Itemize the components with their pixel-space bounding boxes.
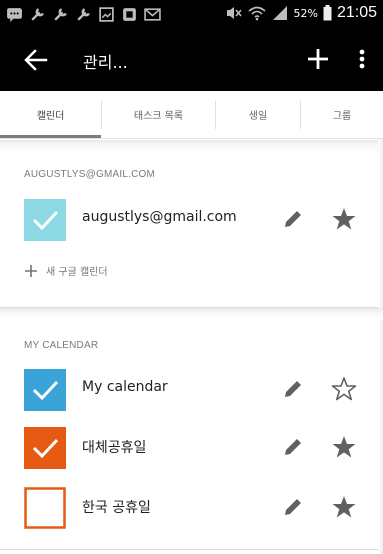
image-icon xyxy=(99,7,114,22)
star-filled-icon[interactable] xyxy=(331,206,357,232)
mail-icon xyxy=(144,8,161,21)
more-options-icon[interactable] xyxy=(352,45,372,73)
battery-icon xyxy=(323,5,332,21)
wrench-icon xyxy=(31,8,44,21)
calendar-name: 대체공휴일 xyxy=(82,440,147,456)
battery-percent: 52% xyxy=(293,6,318,20)
active-tab-indicator xyxy=(0,135,101,138)
calendar-row-substitute-holiday[interactable]: 대체공휴일 xyxy=(0,421,378,477)
add-icon[interactable] xyxy=(304,45,332,73)
message-icon xyxy=(7,8,22,22)
edit-pencil-icon[interactable] xyxy=(281,495,305,519)
tab-task-lists[interactable]: 태스크 목록 xyxy=(102,91,215,137)
calendar-row-augustlys[interactable]: augustlys@gmail.com xyxy=(0,193,378,249)
status-bar: 52% 21:05 xyxy=(0,0,383,29)
tab-groups[interactable]: 그룹 xyxy=(301,91,383,137)
tab-label: 캘린더 xyxy=(36,110,65,122)
calendar-row-my-calendar[interactable]: My calendar xyxy=(0,363,378,419)
edit-pencil-icon[interactable] xyxy=(281,207,305,231)
section-gap xyxy=(0,140,383,154)
wrench-icon xyxy=(54,8,67,21)
tab-label: 그룹 xyxy=(332,110,352,122)
section-header-my-calendar: MY CALENDAR xyxy=(24,340,99,351)
tab-birthdays[interactable]: 생일 xyxy=(216,91,300,137)
mute-icon xyxy=(226,7,242,19)
add-google-calendar-button[interactable]: 새 구글 캘린더 xyxy=(24,263,108,278)
notification-icons xyxy=(6,6,161,23)
tab-calendar[interactable]: 캘린더 xyxy=(0,91,101,137)
wrench-icon xyxy=(77,8,90,21)
edit-pencil-icon[interactable] xyxy=(281,377,305,401)
clock: 21:05 xyxy=(336,4,377,21)
star-outline-icon[interactable] xyxy=(331,376,357,402)
tab-label: 생일 xyxy=(248,110,268,122)
page-title: 관리... xyxy=(83,53,128,72)
calendar-checkbox[interactable] xyxy=(24,199,66,241)
wifi-icon xyxy=(247,6,266,21)
calendar-name: augustlys@gmail.com xyxy=(82,209,237,225)
section-divider xyxy=(0,549,378,550)
system-icons: 52% 21:05 xyxy=(225,4,377,22)
star-filled-icon[interactable] xyxy=(331,494,357,520)
section-header-account: AUGUSTLYS@GMAIL.COM xyxy=(24,169,156,180)
edit-pencil-icon[interactable] xyxy=(281,435,305,459)
tab-label: 태스크 목록 xyxy=(133,110,184,122)
star-filled-icon[interactable] xyxy=(331,434,357,460)
calendar-checkbox[interactable] xyxy=(24,487,66,529)
app-icon xyxy=(123,8,136,21)
calendar-checkbox[interactable] xyxy=(24,369,66,411)
calendar-row-korean-holidays[interactable]: 한국 공휴일 xyxy=(0,481,378,537)
calendar-checkbox[interactable] xyxy=(24,427,66,469)
back-arrow-icon[interactable] xyxy=(22,46,50,74)
plus-icon xyxy=(25,264,37,277)
signal-icon xyxy=(272,6,287,20)
calendar-name: 한국 공휴일 xyxy=(82,500,151,516)
add-calendar-label: 새 구글 캘린더 xyxy=(46,267,108,278)
app-bar: 관리... xyxy=(0,29,383,91)
scroll-edge xyxy=(378,139,383,554)
section-gap xyxy=(0,308,383,320)
tab-bar: 캘린더 태스크 목록 생일 그룹 xyxy=(0,91,383,139)
calendar-name: My calendar xyxy=(82,379,168,395)
